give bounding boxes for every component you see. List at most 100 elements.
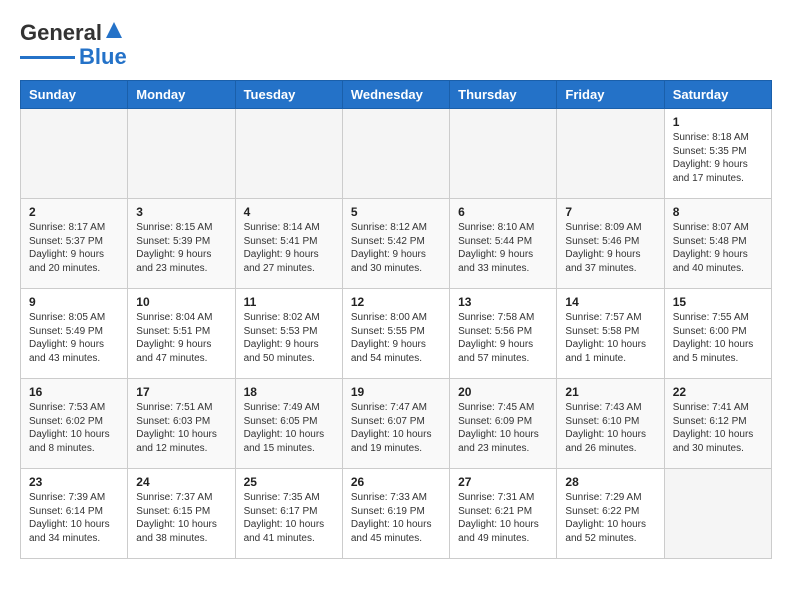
day-number: 18 <box>244 385 334 399</box>
day-info: Sunrise: 7:35 AM Sunset: 6:17 PM Dayligh… <box>244 491 334 545</box>
logo: General Blue <box>20 20 127 70</box>
calendar-cell: 25 Sunrise: 7:35 AM Sunset: 6:17 PM Dayli… <box>235 469 342 559</box>
calendar-cell <box>128 109 235 199</box>
day-number: 20 <box>458 385 548 399</box>
calendar-cell: 19 Sunrise: 7:47 AM Sunset: 6:07 PM Dayli… <box>342 379 449 469</box>
day-number: 11 <box>244 295 334 309</box>
day-number: 25 <box>244 475 334 489</box>
day-info: Sunrise: 7:39 AM Sunset: 6:14 PM Dayligh… <box>29 491 119 545</box>
calendar-cell <box>235 109 342 199</box>
day-info: Sunrise: 8:18 AM Sunset: 5:35 PM Dayligh… <box>673 131 763 185</box>
weekday-header-wednesday: Wednesday <box>342 81 449 109</box>
weekday-header-thursday: Thursday <box>450 81 557 109</box>
day-number: 17 <box>136 385 226 399</box>
calendar-cell: 9 Sunrise: 8:05 AM Sunset: 5:49 PM Daylig… <box>21 289 128 379</box>
logo-triangle-icon <box>106 22 122 38</box>
calendar-week-row: 1 Sunrise: 8:18 AM Sunset: 5:35 PM Daylig… <box>21 109 772 199</box>
calendar-cell: 28 Sunrise: 7:29 AM Sunset: 6:22 PM Dayli… <box>557 469 664 559</box>
day-number: 4 <box>244 205 334 219</box>
calendar-cell: 24Sunrise: 7:37 AM Sunset: 6:15 PM Dayli… <box>128 469 235 559</box>
day-info: Sunrise: 8:05 AM Sunset: 5:49 PM Dayligh… <box>29 311 119 365</box>
logo-blue: Blue <box>79 44 127 70</box>
day-info: Sunrise: 8:04 AM Sunset: 5:51 PM Dayligh… <box>136 311 226 365</box>
day-number: 22 <box>673 385 763 399</box>
calendar-week-row: 9 Sunrise: 8:05 AM Sunset: 5:49 PM Daylig… <box>21 289 772 379</box>
day-info: Sunrise: 7:29 AM Sunset: 6:22 PM Dayligh… <box>565 491 655 545</box>
day-info: Sunrise: 8:09 AM Sunset: 5:46 PM Dayligh… <box>565 221 655 275</box>
day-number: 15 <box>673 295 763 309</box>
calendar-cell: 22 Sunrise: 7:41 AM Sunset: 6:12 PM Dayli… <box>664 379 771 469</box>
calendar-cell: 16 Sunrise: 7:53 AM Sunset: 6:02 PM Dayli… <box>21 379 128 469</box>
calendar-cell: 21 Sunrise: 7:43 AM Sunset: 6:10 PM Dayli… <box>557 379 664 469</box>
day-info: Sunrise: 8:10 AM Sunset: 5:44 PM Dayligh… <box>458 221 548 275</box>
calendar-cell <box>21 109 128 199</box>
day-number: 8 <box>673 205 763 219</box>
calendar-cell <box>342 109 449 199</box>
day-info: Sunrise: 8:07 AM Sunset: 5:48 PM Dayligh… <box>673 221 763 275</box>
calendar-cell: 12 Sunrise: 8:00 AM Sunset: 5:55 PM Dayli… <box>342 289 449 379</box>
day-info: Sunrise: 7:45 AM Sunset: 6:09 PM Dayligh… <box>458 401 548 455</box>
day-number: 3 <box>136 205 226 219</box>
day-info: Sunrise: 8:14 AM Sunset: 5:41 PM Dayligh… <box>244 221 334 275</box>
logo-general: General <box>20 20 102 46</box>
day-number: 21 <box>565 385 655 399</box>
page-header: General Blue <box>20 20 772 70</box>
day-number: 7 <box>565 205 655 219</box>
day-number: 9 <box>29 295 119 309</box>
calendar-cell <box>664 469 771 559</box>
day-info: Sunrise: 8:00 AM Sunset: 5:55 PM Dayligh… <box>351 311 441 365</box>
calendar-cell: 1 Sunrise: 8:18 AM Sunset: 5:35 PM Daylig… <box>664 109 771 199</box>
calendar-cell <box>450 109 557 199</box>
calendar-cell: 5Sunrise: 8:12 AM Sunset: 5:42 PM Daylig… <box>342 199 449 289</box>
logo-line-icon <box>20 56 75 59</box>
calendar-week-row: 2Sunrise: 8:17 AM Sunset: 5:37 PM Daylig… <box>21 199 772 289</box>
day-number: 5 <box>351 205 441 219</box>
day-number: 23 <box>29 475 119 489</box>
day-number: 14 <box>565 295 655 309</box>
day-info: Sunrise: 7:41 AM Sunset: 6:12 PM Dayligh… <box>673 401 763 455</box>
day-info: Sunrise: 7:31 AM Sunset: 6:21 PM Dayligh… <box>458 491 548 545</box>
calendar-cell: 3 Sunrise: 8:15 AM Sunset: 5:39 PM Daylig… <box>128 199 235 289</box>
calendar-cell: 8 Sunrise: 8:07 AM Sunset: 5:48 PM Daylig… <box>664 199 771 289</box>
day-info: Sunrise: 7:33 AM Sunset: 6:19 PM Dayligh… <box>351 491 441 545</box>
day-number: 28 <box>565 475 655 489</box>
weekday-header-row: SundayMondayTuesdayWednesdayThursdayFrid… <box>21 81 772 109</box>
day-info: Sunrise: 7:47 AM Sunset: 6:07 PM Dayligh… <box>351 401 441 455</box>
day-number: 19 <box>351 385 441 399</box>
day-number: 12 <box>351 295 441 309</box>
day-info: Sunrise: 7:51 AM Sunset: 6:03 PM Dayligh… <box>136 401 226 455</box>
weekday-header-tuesday: Tuesday <box>235 81 342 109</box>
weekday-header-monday: Monday <box>128 81 235 109</box>
day-number: 1 <box>673 115 763 129</box>
day-info: Sunrise: 8:17 AM Sunset: 5:37 PM Dayligh… <box>29 221 119 275</box>
day-number: 26 <box>351 475 441 489</box>
day-info: Sunrise: 7:43 AM Sunset: 6:10 PM Dayligh… <box>565 401 655 455</box>
weekday-header-friday: Friday <box>557 81 664 109</box>
day-info: Sunrise: 7:58 AM Sunset: 5:56 PM Dayligh… <box>458 311 548 365</box>
day-info: Sunrise: 7:55 AM Sunset: 6:00 PM Dayligh… <box>673 311 763 365</box>
day-number: 10 <box>136 295 226 309</box>
day-number: 13 <box>458 295 548 309</box>
calendar-cell: 18Sunrise: 7:49 AM Sunset: 6:05 PM Dayli… <box>235 379 342 469</box>
calendar-table: SundayMondayTuesdayWednesdayThursdayFrid… <box>20 80 772 559</box>
calendar-cell: 17 Sunrise: 7:51 AM Sunset: 6:03 PM Dayli… <box>128 379 235 469</box>
calendar-cell: 14 Sunrise: 7:57 AM Sunset: 5:58 PM Dayli… <box>557 289 664 379</box>
calendar-cell: 4 Sunrise: 8:14 AM Sunset: 5:41 PM Daylig… <box>235 199 342 289</box>
day-number: 16 <box>29 385 119 399</box>
calendar-cell <box>557 109 664 199</box>
day-info: Sunrise: 8:15 AM Sunset: 5:39 PM Dayligh… <box>136 221 226 275</box>
calendar-cell: 6Sunrise: 8:10 AM Sunset: 5:44 PM Daylig… <box>450 199 557 289</box>
calendar-cell: 23 Sunrise: 7:39 AM Sunset: 6:14 PM Dayli… <box>21 469 128 559</box>
weekday-header-saturday: Saturday <box>664 81 771 109</box>
calendar-cell: 11Sunrise: 8:02 AM Sunset: 5:53 PM Dayli… <box>235 289 342 379</box>
calendar-cell: 7 Sunrise: 8:09 AM Sunset: 5:46 PM Daylig… <box>557 199 664 289</box>
calendar-cell: 13 Sunrise: 7:58 AM Sunset: 5:56 PM Dayli… <box>450 289 557 379</box>
calendar-cell: 15 Sunrise: 7:55 AM Sunset: 6:00 PM Dayli… <box>664 289 771 379</box>
calendar-week-row: 16 Sunrise: 7:53 AM Sunset: 6:02 PM Dayli… <box>21 379 772 469</box>
calendar-cell: 26 Sunrise: 7:33 AM Sunset: 6:19 PM Dayli… <box>342 469 449 559</box>
calendar-cell: 10 Sunrise: 8:04 AM Sunset: 5:51 PM Dayli… <box>128 289 235 379</box>
calendar-cell: 27Sunrise: 7:31 AM Sunset: 6:21 PM Dayli… <box>450 469 557 559</box>
day-info: Sunrise: 7:57 AM Sunset: 5:58 PM Dayligh… <box>565 311 655 365</box>
day-info: Sunrise: 7:53 AM Sunset: 6:02 PM Dayligh… <box>29 401 119 455</box>
calendar-cell: 2Sunrise: 8:17 AM Sunset: 5:37 PM Daylig… <box>21 199 128 289</box>
